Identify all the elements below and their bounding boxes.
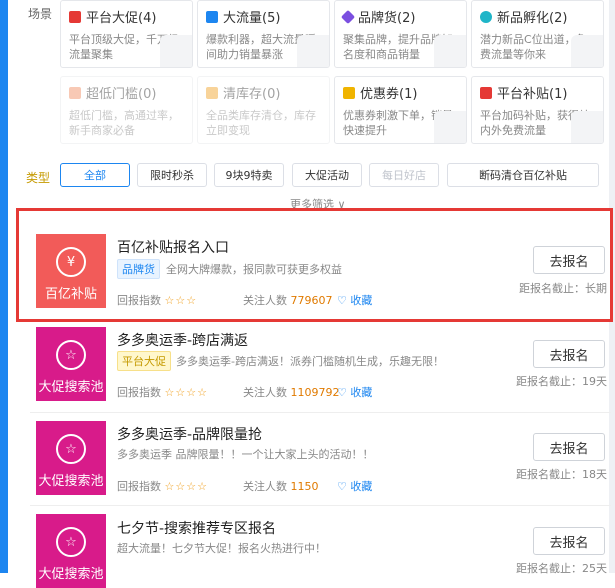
filter-daily-store-button[interactable]: 每日好店	[369, 163, 439, 187]
scene-card-platform-promo[interactable]: 平台大促(4) 平台顶级大促，千万级流量聚集	[60, 0, 193, 68]
card-title: 平台大促(4)	[86, 11, 157, 26]
card-title: 优惠券(1)	[360, 87, 418, 102]
follow-label: 关注人数	[243, 294, 287, 307]
watermark-icon	[571, 35, 603, 67]
rating-label: 回报指数	[117, 294, 161, 307]
register-button[interactable]: 去报名	[533, 527, 605, 555]
star-rating: ☆☆☆☆	[164, 480, 208, 493]
star-badge-icon: ☆	[56, 527, 86, 557]
activity-thumbnail[interactable]: ☆ 大促搜索池	[36, 327, 106, 401]
register-button[interactable]: 去报名	[533, 340, 605, 368]
activity-thumbnail[interactable]: ¥ 百亿补贴	[36, 234, 106, 308]
money-icon	[480, 86, 492, 99]
deadline-text: 距报名截止：长期	[519, 282, 607, 295]
star-badge-icon: ☆	[56, 340, 86, 370]
star-rating: ☆☆☆	[164, 294, 198, 307]
phone-icon	[69, 86, 81, 99]
rating-index: 回报指数 ☆☆☆	[117, 292, 197, 308]
card-desc: 全品类库存清仓，库存立即变现	[206, 109, 316, 137]
activity-desc: 多多奥运季 品牌限量！！一个让大家上头的活动！！	[117, 448, 374, 461]
card-title: 超低门槛(0)	[86, 87, 157, 102]
activity-title[interactable]: 七夕节-搜索推荐专区报名	[117, 518, 276, 538]
activity-title[interactable]: 百亿补贴报名入口	[117, 237, 229, 257]
deadline-text: 距报名截止：18天	[516, 468, 607, 481]
deadline-text: 距报名截止：25天	[516, 562, 607, 575]
activity-desc: 多多奥运季-跨店满返！派券门槛随机生成，乐趣无限！	[176, 355, 444, 368]
scene-card-clear-stock[interactable]: 清库存(0) 全品类库存清仓，库存立即变现	[197, 76, 330, 144]
activity-desc: 超大流量！七夕节大促！报名火热进行中！	[117, 542, 326, 555]
flag-icon	[69, 10, 81, 23]
watermark-icon	[297, 35, 329, 67]
filter-flash-sale-button[interactable]: 限时秒杀	[137, 163, 207, 187]
follow-number: 1150	[290, 480, 319, 493]
filter-9yuan9-button[interactable]: 9块9特卖	[214, 163, 284, 187]
rating-label: 回报指数	[117, 480, 161, 493]
activity-tag: 平台大促	[117, 351, 171, 371]
card-desc: 超低门槛，高通过率，新手商家必备	[69, 109, 179, 137]
type-label: 类型	[26, 171, 51, 185]
scene-card-platform-subsidy[interactable]: 平台补贴(1) 平台加码补贴，获得站内外免费流量	[471, 76, 604, 144]
favorite-button[interactable]: ♡ 收藏	[337, 478, 372, 494]
follow-count: 关注人数 779607	[243, 292, 333, 308]
scene-card-big-traffic[interactable]: 大流量(5) 爆款利器，超大流量瞬间助力销量暴涨	[197, 0, 330, 68]
register-button[interactable]: 去报名	[533, 246, 605, 274]
watermark-icon	[571, 111, 603, 143]
activity-title[interactable]: 多多奥运季-跨店满返	[117, 330, 248, 350]
filter-clearance-subsidy-button[interactable]: 断码清仓百亿补贴	[447, 163, 599, 187]
rating-index: 回报指数 ☆☆☆☆	[117, 384, 208, 400]
scene-card-brand-goods[interactable]: 品牌货(2) 聚集品牌，提升品牌知名度和商品销量	[334, 0, 467, 68]
card-title: 品牌货(2)	[358, 11, 416, 26]
activity-thumbnail[interactable]: ☆ 大促搜索池	[36, 514, 106, 588]
thumbnail-label: 百亿补贴	[44, 287, 97, 302]
diamond-icon	[340, 9, 356, 24]
watermark-icon	[434, 35, 466, 67]
favorite-button[interactable]: ♡ 收藏	[337, 384, 372, 400]
activity-title[interactable]: 多多奥运季-品牌限量抢	[117, 424, 262, 444]
watermark-icon	[160, 35, 192, 67]
scene-card-coupon[interactable]: 优惠券(1) 优惠券刺激下单，销量快速提升	[334, 76, 467, 144]
follow-number: 779607	[290, 294, 333, 307]
card-title: 平台补贴(1)	[497, 87, 568, 102]
row-divider	[30, 505, 611, 506]
scene-card-low-threshold[interactable]: 超低门槛(0) 超低门槛，高通过率，新手商家必备	[60, 76, 193, 144]
card-title: 新品孵化(2)	[497, 11, 568, 26]
filter-big-promo-button[interactable]: 大促活动	[292, 163, 362, 187]
rating-label: 回报指数	[117, 386, 161, 399]
grid-icon	[206, 10, 218, 23]
register-button[interactable]: 去报名	[533, 433, 605, 461]
scene-label: 场景	[28, 7, 53, 21]
coupon-icon	[343, 86, 355, 99]
follow-count: 关注人数 1109792	[243, 384, 340, 400]
activity-desc: 全网大牌爆款，报同款可获更多权益	[166, 263, 342, 276]
activity-thumbnail[interactable]: ☆ 大促搜索池	[36, 421, 106, 495]
scene-card-new-product[interactable]: 新品孵化(2) 潜力新品C位出道，免费流量等你来	[471, 0, 604, 68]
deadline-text: 距报名截止：19天	[516, 375, 607, 388]
rating-index: 回报指数 ☆☆☆☆	[117, 478, 208, 494]
star-rating: ☆☆☆☆	[164, 386, 208, 399]
filter-all-button[interactable]: 全部	[60, 163, 130, 187]
row-divider	[30, 412, 611, 413]
watermark-icon	[434, 111, 466, 143]
follow-label: 关注人数	[243, 386, 287, 399]
thumbnail-label: 大促搜索池	[38, 474, 104, 489]
follow-count: 关注人数 1150	[243, 478, 319, 494]
follow-number: 1109792	[290, 386, 340, 399]
box-icon	[206, 86, 218, 99]
card-title: 大流量(5)	[223, 11, 281, 26]
card-title: 清库存(0)	[223, 87, 281, 102]
leaf-icon	[480, 10, 492, 23]
favorite-button[interactable]: ♡ 收藏	[337, 292, 372, 308]
activity-tag: 品牌货	[117, 259, 160, 279]
window-left-edge	[0, 0, 8, 573]
thumbnail-label: 大促搜索池	[38, 380, 104, 395]
money-bag-icon: ¥	[56, 247, 86, 277]
follow-label: 关注人数	[243, 480, 287, 493]
star-badge-icon: ☆	[56, 434, 86, 464]
